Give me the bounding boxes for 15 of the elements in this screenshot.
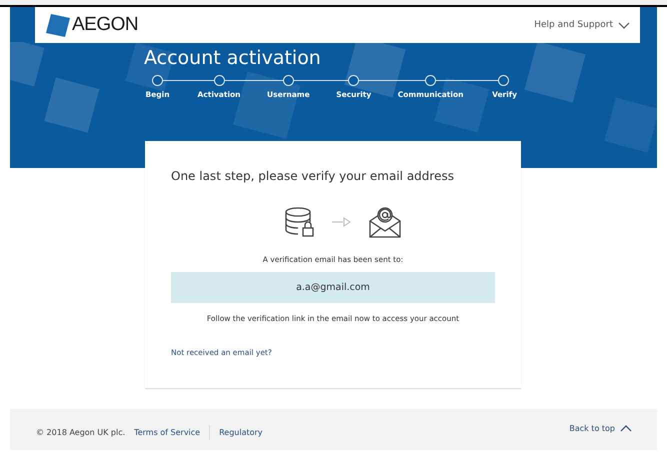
card-heading: One last step, please verify your email address	[171, 169, 455, 183]
chevron-down-icon	[618, 22, 630, 28]
help-menu[interactable]: Help and Support	[534, 20, 630, 30]
footer-link[interactable]: Terms of Service	[134, 428, 200, 437]
logo-mark-icon	[45, 12, 71, 38]
logo-text: AEGON	[72, 15, 138, 35]
copyright-text: © 2018 Aegon UK plc.	[36, 428, 126, 437]
footer-link[interactable]: Regulatory	[219, 428, 263, 437]
back-to-top-link[interactable]: Back to top	[569, 424, 632, 432]
arrow-right-icon	[332, 217, 352, 227]
chevron-up-icon	[620, 424, 632, 432]
database-lock-icon	[284, 206, 316, 238]
email-address: a.a@gmail.com	[171, 272, 495, 303]
envelope-at-icon	[368, 205, 402, 239]
page-title: Account activation	[144, 47, 322, 69]
